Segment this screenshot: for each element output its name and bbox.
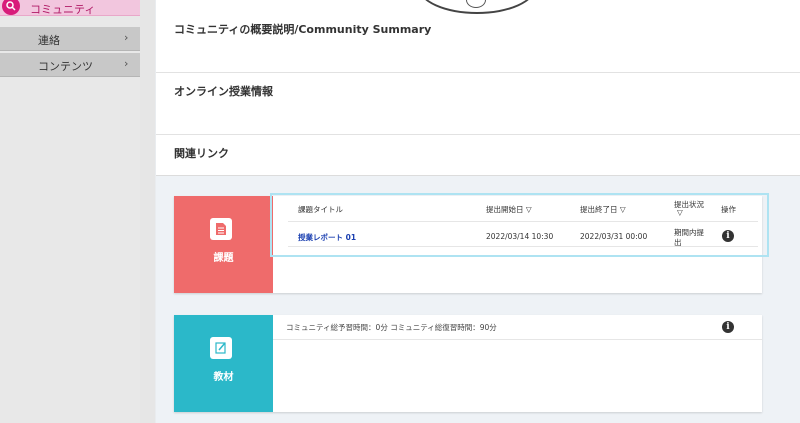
assignments-label: 課題	[213, 253, 234, 264]
chevron-right-icon: ›	[124, 57, 129, 70]
chevron-right-icon: ›	[124, 31, 129, 44]
sidebar-scroll-gutter	[140, 0, 155, 423]
online-class-title: オンライン授業情報	[174, 85, 273, 98]
assignments-side: 課題	[174, 196, 273, 293]
column-title-header[interactable]: 課題タイトル	[298, 204, 343, 215]
assignment-start-date: 2022/03/14 10:30	[486, 232, 554, 241]
sidebar-item-label: コンテンツ	[38, 60, 93, 73]
assignment-title-link[interactable]: 授業レポート 01	[298, 233, 356, 242]
materials-study-time: コミュニティ総予習時間：0分 コミュニティ総復習時間：90分	[286, 323, 497, 332]
sort-icon[interactable]: ▽	[677, 208, 683, 217]
sidebar-item-label: 連絡	[38, 34, 60, 47]
materials-label: 教材	[213, 372, 234, 383]
document-icon	[210, 218, 232, 240]
search-community-icon	[2, 0, 20, 15]
sidebar-item-label: コミュニティ	[30, 3, 96, 16]
community-summary-title: コミュニティの概要説明/Community Summary	[174, 23, 432, 36]
community-logo	[418, 0, 536, 14]
materials-side: 教材	[174, 315, 273, 412]
main-content: コミュニティの概要説明/Community Summary オンライン授業情報 …	[156, 0, 800, 423]
column-end-header[interactable]: 提出終了日 ▽	[580, 204, 626, 215]
sidebar: コミュニティ 連絡 › コンテンツ ›	[0, 0, 155, 423]
assignment-end-date: 2022/03/31 00:00	[580, 232, 648, 241]
materials-panel: 教材 コミュニティ総予習時間：0分 コミュニティ総復習時間：90分 i	[174, 315, 762, 412]
assignments-panel: 課題 課題タイトル 提出開始日 ▽ 提出終了日 ▽ 提出状況 ▽ 操作 授業レポ…	[174, 196, 762, 293]
info-icon[interactable]: i	[722, 230, 734, 242]
info-icon[interactable]: i	[722, 321, 734, 333]
sidebar-item-contact[interactable]: 連絡 ›	[0, 27, 140, 51]
column-action-header: 操作	[721, 205, 736, 214]
column-start-header[interactable]: 提出開始日 ▽	[486, 204, 532, 215]
sidebar-item-contents[interactable]: コンテンツ ›	[0, 53, 140, 77]
related-links-title: 関連リンク	[174, 147, 229, 160]
sidebar-item-community[interactable]: コミュニティ	[0, 0, 140, 16]
edit-icon	[210, 337, 232, 359]
community-summary-card: コミュニティの概要説明/Community Summary オンライン授業情報 …	[156, 0, 800, 176]
